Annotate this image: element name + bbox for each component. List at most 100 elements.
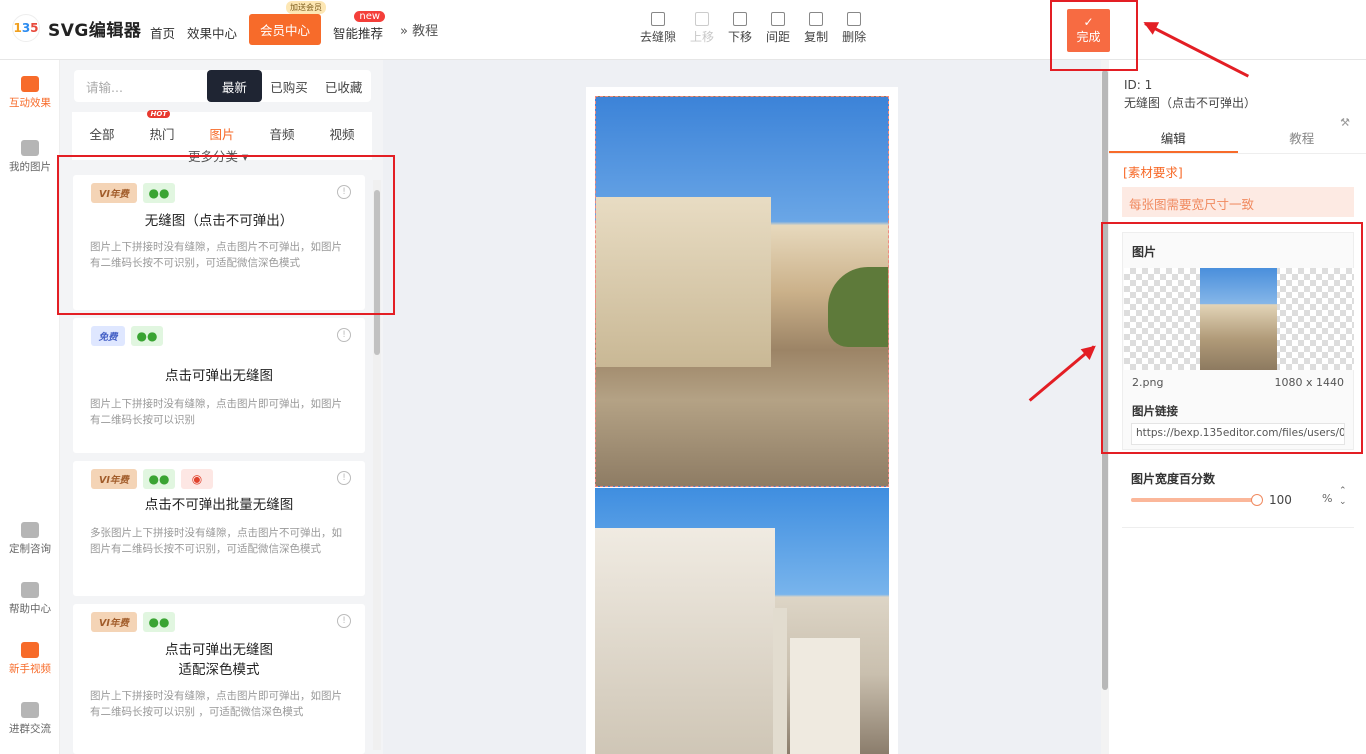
double-chevron-icon: » [400, 24, 408, 39]
weibo-badge: ◉ [181, 469, 213, 489]
wechat-badge: ●● [143, 183, 175, 203]
tower-shape [773, 608, 787, 754]
template-card[interactable]: 免费 ●● ! 点击可弹出无缝图 图片上下拼接时没有缝隙，点击图片即可弹出，如图… [73, 318, 365, 453]
card-badges: VI年费 ●● ◉ [91, 469, 213, 489]
free-badge: 免费 [91, 326, 125, 346]
document-icon [21, 702, 39, 718]
image-2[interactable] [595, 488, 889, 754]
properties-tabs: 编辑 教程 [1109, 128, 1366, 154]
nav-vip-button[interactable]: 加送会员 会员中心 [249, 1, 327, 45]
category-audio[interactable]: 音频 [269, 124, 294, 160]
width-unit: % [1322, 492, 1333, 505]
image-link-input[interactable]: https://bexp.135editor.com/files/users/0… [1131, 423, 1345, 445]
check-icon: ✓ [1083, 15, 1094, 29]
stepper-arrows[interactable]: ⌃ ⌄ [1339, 486, 1347, 508]
rail-label: 互动效果 [9, 97, 51, 109]
sort-tabs: 最新 已购买 已收藏 [207, 70, 371, 102]
arrow-up-icon [695, 12, 710, 26]
top-bar: 135 SVG编辑器 首页 效果中心 加送会员 会员中心 new 智能推荐 » … [0, 0, 1366, 60]
vip-badge: VI年费 [91, 612, 137, 632]
tree-shape [828, 267, 888, 347]
image-label: 图片 [1132, 245, 1157, 259]
card-badges: 免费 ●● [91, 326, 163, 346]
sort-favorited[interactable]: 已收藏 [316, 70, 371, 102]
tutorial-link[interactable]: » 教程 [400, 20, 438, 39]
info-icon[interactable]: ! [337, 185, 351, 199]
copy-icon [809, 12, 824, 26]
category-hot-label: 热门 [149, 127, 175, 142]
nav-ai[interactable]: new 智能推荐 [333, 11, 386, 42]
caret-down-icon: ▾ [242, 149, 249, 164]
remove-gap-button[interactable]: 去缝隙 [640, 12, 676, 45]
app-title: SVG编辑器 [48, 20, 142, 41]
delete-label: 删除 [842, 30, 867, 44]
done-button[interactable]: ✓ 完成 [1067, 9, 1110, 52]
canvas-scrollbar-thumb[interactable] [1102, 70, 1108, 690]
width-slider[interactable] [1131, 498, 1257, 502]
cube-icon [21, 76, 39, 92]
more-categories-label: 更多分类 [188, 149, 239, 164]
category-video[interactable]: 视频 [329, 124, 354, 160]
wechat-badge: ●● [143, 469, 175, 489]
nav-home[interactable]: 首页 [150, 23, 175, 42]
main-nav: 首页 效果中心 加送会员 会员中心 new 智能推荐 [150, 1, 386, 45]
card-subtitle: 适配深色模式 [178, 662, 260, 678]
info-icon[interactable]: ! [337, 614, 351, 628]
nav-effects[interactable]: 效果中心 [187, 23, 237, 42]
card-title: 点击不可弹出批量无缝图 [144, 497, 294, 513]
tutorial-link-label: 教程 [412, 24, 439, 39]
sort-latest[interactable]: 最新 [207, 70, 262, 102]
rail-interactive-effects[interactable]: 互动效果 [0, 76, 60, 110]
vip-promo-tag: 加送会员 [286, 1, 327, 14]
building-shape [596, 197, 771, 367]
delete-button[interactable]: 删除 [842, 12, 866, 45]
panel-scrollbar-thumb[interactable] [374, 190, 380, 355]
logo[interactable]: 135 SVG编辑器 [12, 14, 141, 42]
copy-button[interactable]: 复制 [804, 12, 828, 45]
component-info: ID: 1 无缝图（点击不可弹出） [1124, 76, 1256, 112]
move-down-button[interactable]: 下移 [728, 12, 752, 45]
new-badge: new [354, 11, 386, 22]
tab-edit[interactable]: 编辑 [1109, 128, 1238, 153]
info-icon[interactable]: ! [337, 471, 351, 485]
selected-image-1[interactable] [595, 96, 889, 487]
template-card[interactable]: VI年费 ●● ! 点击可弹出无缝图 适配深色模式 图片上下拼接时没有缝隙，点击… [73, 604, 365, 754]
rail-custom-consult[interactable]: 定制咨询 [0, 522, 60, 556]
canvas-scrollbar[interactable] [1101, 60, 1109, 754]
width-slider-knob[interactable] [1251, 494, 1263, 506]
divider [1122, 527, 1354, 528]
tab-tutorial[interactable]: 教程 [1238, 128, 1366, 153]
image-thumbnail[interactable] [1200, 268, 1277, 370]
video-icon [21, 642, 39, 658]
card-desc: 图片上下拼接时没有缝隙，点击图片即可弹出，如图片有二维码长按可以识别 ，可适配微… [90, 690, 342, 718]
category-all[interactable]: 全部 [89, 124, 114, 160]
rail-help-center[interactable]: 帮助中心 [0, 582, 60, 616]
spacing-icon [771, 12, 786, 26]
template-card[interactable]: VI年费 ●● ! 无缝图（点击不可弹出） 图片上下拼接时没有缝隙，点击图片不可… [73, 175, 365, 310]
card-desc: 多张图片上下拼接时没有缝隙，点击图片不可弹出，如图片有二维码长按不可识别，可适配… [90, 527, 342, 555]
rail-join-group[interactable]: 进群交流 [0, 702, 60, 736]
rail-label: 进群交流 [9, 723, 51, 735]
file-size: 1080 x 1440 [1274, 376, 1345, 389]
toolbar: 去缝隙 上移 下移 间距 复制 删除 [640, 12, 866, 45]
card-desc: 图片上下拼接时没有缝隙，点击图片即可弹出，如图片有二维码长按可以识别 [90, 398, 342, 426]
more-categories[interactable]: 更多分类 ▾ [188, 146, 248, 165]
sort-purchased[interactable]: 已购买 [262, 70, 317, 102]
building-shape [595, 528, 775, 754]
logo-mark: 135 [12, 14, 40, 42]
info-icon[interactable]: ! [337, 328, 351, 342]
spacing-button[interactable]: 间距 [766, 12, 790, 45]
headset-icon [21, 522, 39, 538]
category-hot[interactable]: HOT 热门 [147, 110, 175, 160]
material-requirement-message: 每张图需要宽尺寸一致 [1122, 187, 1354, 217]
rail-newbie-video[interactable]: 新手视频 [0, 642, 60, 676]
component-id: ID: 1 [1124, 78, 1153, 92]
question-icon [21, 582, 39, 598]
move-up-button[interactable]: 上移 [690, 12, 714, 45]
template-card[interactable]: VI年费 ●● ◉ ! 点击不可弹出批量无缝图 多张图片上下拼接时没有缝隙，点击… [73, 461, 365, 596]
arrow-down-icon [733, 12, 748, 26]
width-slider-fill [1131, 498, 1257, 502]
rail-my-images[interactable]: 我的图片 [0, 140, 60, 174]
copy-label: 复制 [804, 30, 829, 44]
done-label: 完成 [1076, 30, 1101, 44]
